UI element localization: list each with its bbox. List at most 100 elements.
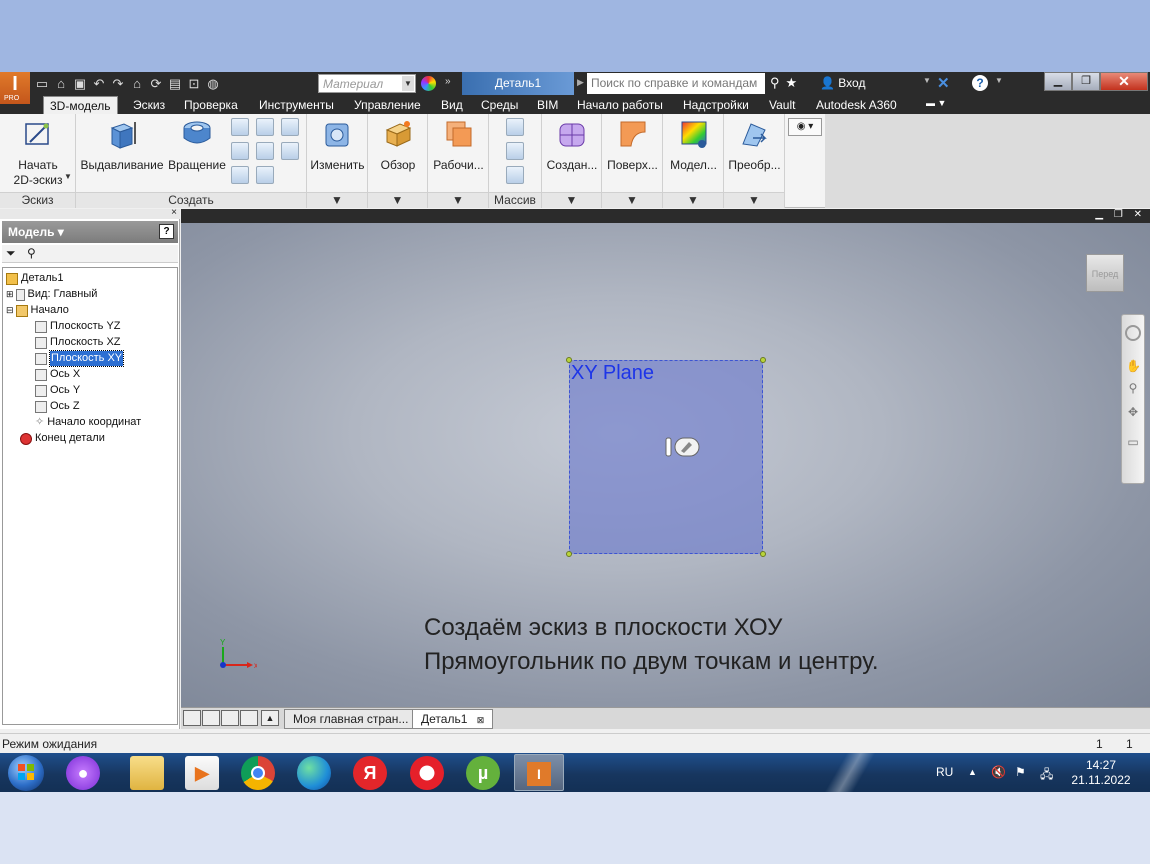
cascade-icon[interactable] <box>183 710 201 726</box>
new-file-icon[interactable]: ▭ <box>34 76 50 92</box>
surface-button[interactable]: Поверх... <box>602 118 663 173</box>
appearance-ball-icon[interactable] <box>421 76 436 91</box>
tab-inspect[interactable]: Проверка <box>184 96 238 114</box>
star-icon[interactable]: ★ <box>786 75 798 91</box>
graphics-viewport[interactable]: Перед ✋ ⚲ ✥ ▭ XY Plane Y x Создаём эскиз… <box>181 209 1150 707</box>
tree-item-view[interactable]: ⊞ Вид: Главный <box>6 287 97 302</box>
tab-3d-model[interactable]: 3D-модель <box>43 96 118 114</box>
viewport-window-controls[interactable]: ▁ ❐ ✕ <box>1095 209 1146 220</box>
convert-button[interactable]: Преобр... <box>724 118 785 173</box>
work-panel-title[interactable]: ▼ <box>428 192 488 208</box>
help-search-input[interactable]: Поиск по справке и командам <box>587 73 765 94</box>
extrude-button[interactable]: Выдавливание <box>78 118 166 173</box>
open-file-icon[interactable]: ⌂ <box>53 76 69 92</box>
tree-item-axis-x[interactable]: Ось X <box>35 367 80 382</box>
redo-icon[interactable]: ↷ <box>110 76 126 92</box>
rectangular-pattern-icon[interactable] <box>506 118 524 136</box>
tree-item-part[interactable]: Деталь1 <box>6 271 64 286</box>
coil-icon[interactable] <box>231 166 249 184</box>
clock[interactable]: 14:27 21.11.2022 <box>1070 758 1132 788</box>
yandex-browser-icon[interactable]: Я <box>353 756 387 790</box>
shell-icon[interactable] <box>256 142 274 160</box>
exchange-apps-icon[interactable]: ✕ <box>937 74 950 92</box>
tab-tools[interactable]: Инструменты <box>259 96 334 114</box>
arrange-horizontal-icon[interactable] <box>221 710 239 726</box>
import-icon[interactable] <box>281 142 299 160</box>
network-icon[interactable]: 🖧 <box>1040 765 1053 786</box>
tray-expand-icon[interactable]: ▲ <box>968 767 977 777</box>
media-player-icon[interactable]: ▶ <box>185 756 219 790</box>
expand-icon[interactable]: » <box>445 76 451 87</box>
viewcube[interactable]: Перед <box>1086 254 1124 292</box>
surface-panel-title[interactable]: ▼ <box>602 192 662 208</box>
rib-icon[interactable] <box>256 166 274 184</box>
tree-item-plane-xy[interactable]: Плоскость XY <box>35 350 125 367</box>
application-menu-button[interactable]: I PRO <box>0 72 30 104</box>
hole-icon[interactable] <box>231 142 249 160</box>
model-simulation-button[interactable]: Модел... <box>663 118 724 173</box>
tab-close-icon[interactable]: ⊠ <box>477 715 485 725</box>
arrange-vertical-icon[interactable] <box>240 710 258 726</box>
chevron-down-icon[interactable]: ▼ <box>64 172 72 181</box>
volume-muted-icon[interactable]: 🔇 <box>991 765 1006 779</box>
help-icon[interactable]: ? <box>159 224 174 239</box>
freeform-panel-title[interactable]: ▼ <box>542 192 601 208</box>
tab-vault[interactable]: Vault <box>769 96 795 114</box>
search-binoculars-icon[interactable]: ⚲ <box>27 246 36 260</box>
inventor-taskbar-button[interactable]: I <box>514 754 564 791</box>
loft-icon[interactable] <box>256 118 274 136</box>
tab-manage[interactable]: Управление <box>354 96 421 114</box>
start-2d-sketch-button[interactable]: Начать 2D-эскиз <box>8 118 68 188</box>
look-at-icon[interactable]: ▭ <box>1126 435 1140 449</box>
simulation-panel-title[interactable]: ▼ <box>663 192 723 208</box>
zoom-icon[interactable]: ⚲ <box>1126 381 1140 395</box>
revolve-button[interactable]: Вращение <box>166 118 228 173</box>
explore-button[interactable]: Обзор <box>368 118 428 173</box>
close-button[interactable]: ✕ <box>1100 72 1148 91</box>
work-features-button[interactable]: Рабочи... <box>428 118 489 173</box>
login-button[interactable]: 👤 Вход <box>820 76 865 90</box>
update-icon[interactable]: ⟳ <box>148 76 164 92</box>
tab-environments[interactable]: Среды <box>481 96 518 114</box>
modify-panel-title[interactable]: ▼ <box>307 192 367 208</box>
browser-header[interactable]: Модель ▾ ? <box>2 221 178 243</box>
utorrent-icon[interactable]: µ <box>466 756 500 790</box>
home-icon[interactable]: ⌂ <box>129 76 145 92</box>
tree-item-plane-yz[interactable]: Плоскость YZ <box>35 319 121 334</box>
tree-item-origin[interactable]: ⊟ Начало <box>6 303 69 318</box>
login-dropdown-icon[interactable]: ▼ <box>923 76 931 85</box>
orbit-icon[interactable]: ✥ <box>1126 405 1140 419</box>
filter-icon[interactable]: ⏷ <box>6 246 16 260</box>
appearance-icon[interactable]: ◍ <box>205 76 221 92</box>
tree-item-axis-z[interactable]: Ось Z <box>35 399 80 414</box>
tab-view[interactable]: Вид <box>441 96 463 114</box>
tab-part1[interactable]: Деталь1 ⊠ <box>412 709 494 729</box>
explore-panel-title[interactable]: ▼ <box>368 192 427 208</box>
save-icon[interactable]: ▣ <box>72 76 88 92</box>
edge-icon[interactable] <box>297 756 331 790</box>
tab-my-home[interactable]: Моя главная стран... <box>284 709 418 729</box>
undo-icon[interactable]: ↶ <box>91 76 107 92</box>
tree-item-axis-y[interactable]: Ось Y <box>35 383 80 398</box>
mirror-icon[interactable] <box>506 166 524 184</box>
help-icon[interactable]: ? <box>972 75 988 91</box>
modify-button[interactable]: Изменить <box>307 118 368 173</box>
tab-bim[interactable]: BIM <box>537 96 558 114</box>
language-indicator[interactable]: RU <box>936 765 953 779</box>
create-freeform-button[interactable]: Создан... <box>542 118 602 173</box>
tab-get-started[interactable]: Начало работы <box>577 96 663 114</box>
derive-icon[interactable] <box>281 118 299 136</box>
material-dropdown[interactable]: Материал ▼ <box>318 74 416 93</box>
xy-plane-preview[interactable] <box>569 360 763 554</box>
tree-item-center-point[interactable]: ✧ Начало координат <box>35 415 141 430</box>
browser-close-icon[interactable]: × <box>171 207 177 218</box>
tab-add-ins[interactable]: Надстройки <box>683 96 749 114</box>
measure-icon[interactable]: ⊡ <box>186 76 202 92</box>
ribbon-options-button[interactable]: ◉ ▾ <box>788 118 822 136</box>
start-button[interactable] <box>8 755 44 791</box>
select-icon[interactable]: ▤ <box>167 76 183 92</box>
opera-icon[interactable] <box>410 756 444 790</box>
binoculars-icon[interactable]: ⚲ <box>770 75 780 91</box>
circular-pattern-icon[interactable] <box>506 142 524 160</box>
help-dropdown-icon[interactable]: ▼ <box>995 76 1003 85</box>
